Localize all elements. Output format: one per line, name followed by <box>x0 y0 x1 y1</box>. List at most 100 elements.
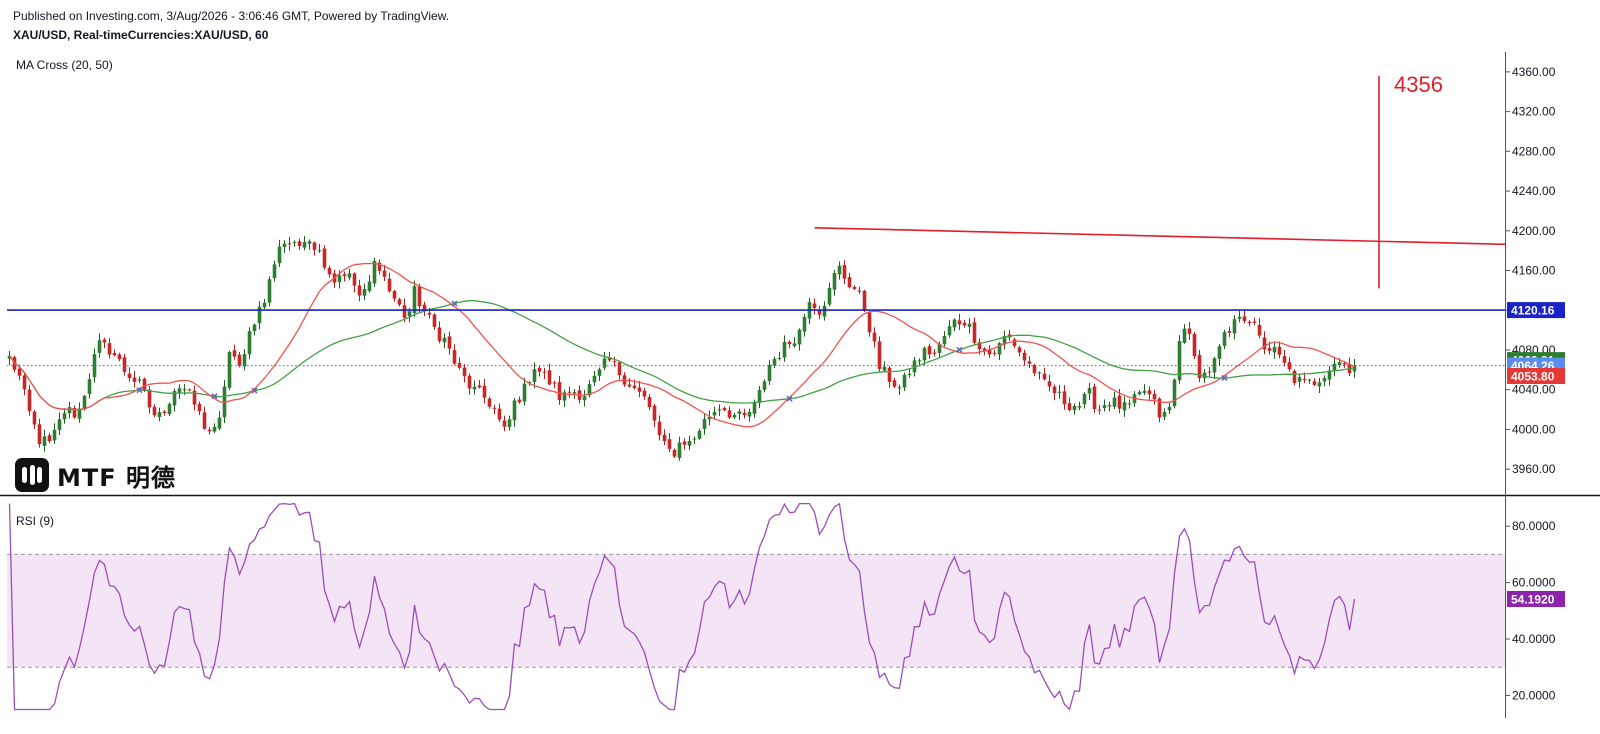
candle-body <box>162 411 167 414</box>
candle-body <box>1277 346 1282 355</box>
target-label: 4356 <box>1394 72 1443 97</box>
candle-body <box>1217 346 1222 359</box>
candle-body <box>887 367 892 382</box>
candle-body <box>152 406 157 416</box>
candle-body <box>1192 333 1197 357</box>
candle-body <box>642 390 647 397</box>
candle-body <box>512 400 517 421</box>
candle-body <box>1322 377 1327 382</box>
candle-body <box>692 438 697 440</box>
candle-body <box>952 319 957 328</box>
candle-body <box>1182 328 1187 343</box>
main-pane-title: MA Cross (20, 50) <box>16 58 113 72</box>
candle-body <box>112 353 117 356</box>
candle-body <box>1047 381 1052 387</box>
candle-body <box>842 265 847 279</box>
candle-body <box>737 411 742 414</box>
candle-body <box>777 357 782 359</box>
candle-body <box>672 449 677 457</box>
candle-body <box>1112 397 1117 407</box>
candle-body <box>122 357 127 372</box>
candle-body <box>867 312 872 333</box>
candle-body <box>802 316 807 332</box>
candle-body <box>492 407 497 409</box>
candle-body <box>592 375 597 383</box>
candle-body <box>487 398 492 407</box>
price-axis-label: 4280.00 <box>1512 144 1556 158</box>
candle-body <box>832 273 837 290</box>
candle-body <box>157 412 162 417</box>
candle-body <box>1167 406 1172 411</box>
candle-body <box>617 362 622 376</box>
candle-body <box>217 417 222 429</box>
candle-body <box>1107 404 1112 407</box>
candle-body <box>452 350 457 364</box>
candle-body <box>747 411 752 417</box>
candle-body <box>972 322 977 343</box>
candle-body <box>992 352 997 354</box>
candle-body <box>1292 370 1297 384</box>
candle-body <box>637 387 642 392</box>
rsi-axis-label: 40.0000 <box>1512 632 1556 646</box>
candle-body <box>1012 339 1017 347</box>
candle-body <box>597 369 602 376</box>
chart-canvas[interactable]: MA Cross (20, 50) RSI (9) 4356 4360.00 432… <box>0 0 1600 734</box>
candle-body <box>177 388 182 393</box>
candle-body <box>657 421 662 436</box>
candle-body <box>462 367 467 377</box>
candle-body <box>97 340 102 353</box>
candle-body <box>1037 372 1042 374</box>
candle-body <box>1207 371 1212 373</box>
candle-body <box>262 302 267 308</box>
candle-body <box>517 399 522 403</box>
candle-body <box>827 287 832 305</box>
candle-body <box>227 351 232 388</box>
candle-body <box>1227 330 1232 333</box>
rsi-current-box: 54.1920 <box>1507 590 1565 607</box>
candle-body <box>1137 391 1142 395</box>
price-label-text: 4053.80 <box>1511 370 1555 384</box>
rsi-current-text: 54.1920 <box>1511 592 1555 606</box>
candle-body <box>1142 390 1147 393</box>
candle-body <box>1082 394 1087 405</box>
candle-body <box>927 346 932 355</box>
candle-body <box>652 405 657 421</box>
candle-body <box>42 436 47 446</box>
candle-body <box>682 441 687 445</box>
candle-body <box>102 339 107 343</box>
candle-body <box>922 347 927 361</box>
candle-body <box>552 382 557 384</box>
candle-body <box>337 275 342 282</box>
candle-body <box>407 311 412 317</box>
price-axis-label: 4320.00 <box>1512 105 1556 119</box>
candle-body <box>732 415 737 418</box>
candle-body <box>662 434 667 442</box>
candle-body <box>397 299 402 305</box>
candle-body <box>1022 352 1027 361</box>
candle-body <box>142 378 147 391</box>
candle-body <box>1162 411 1167 417</box>
candle-body <box>417 286 422 307</box>
candle-body <box>947 326 952 336</box>
candle-body <box>187 389 192 391</box>
candle-body <box>627 384 632 387</box>
candle-body <box>752 401 757 414</box>
rsi-axis-label: 20.0000 <box>1512 688 1556 702</box>
candle-body <box>257 306 262 324</box>
candle-body <box>1062 391 1067 405</box>
candle-body <box>902 374 907 388</box>
price-label-box: 4053.80 <box>1507 368 1565 385</box>
candle-body <box>327 267 332 275</box>
candle-body <box>467 375 472 389</box>
candle-body <box>117 354 122 360</box>
candle-body <box>792 343 797 346</box>
candle-body <box>427 312 432 315</box>
candle-body <box>687 440 692 446</box>
candle-body <box>202 412 207 429</box>
candle-body <box>402 305 407 318</box>
candle-body <box>1297 377 1302 382</box>
candle-body <box>442 337 447 343</box>
candle-body <box>1237 316 1242 319</box>
candle-body <box>582 396 587 401</box>
candle-body <box>1242 316 1247 321</box>
